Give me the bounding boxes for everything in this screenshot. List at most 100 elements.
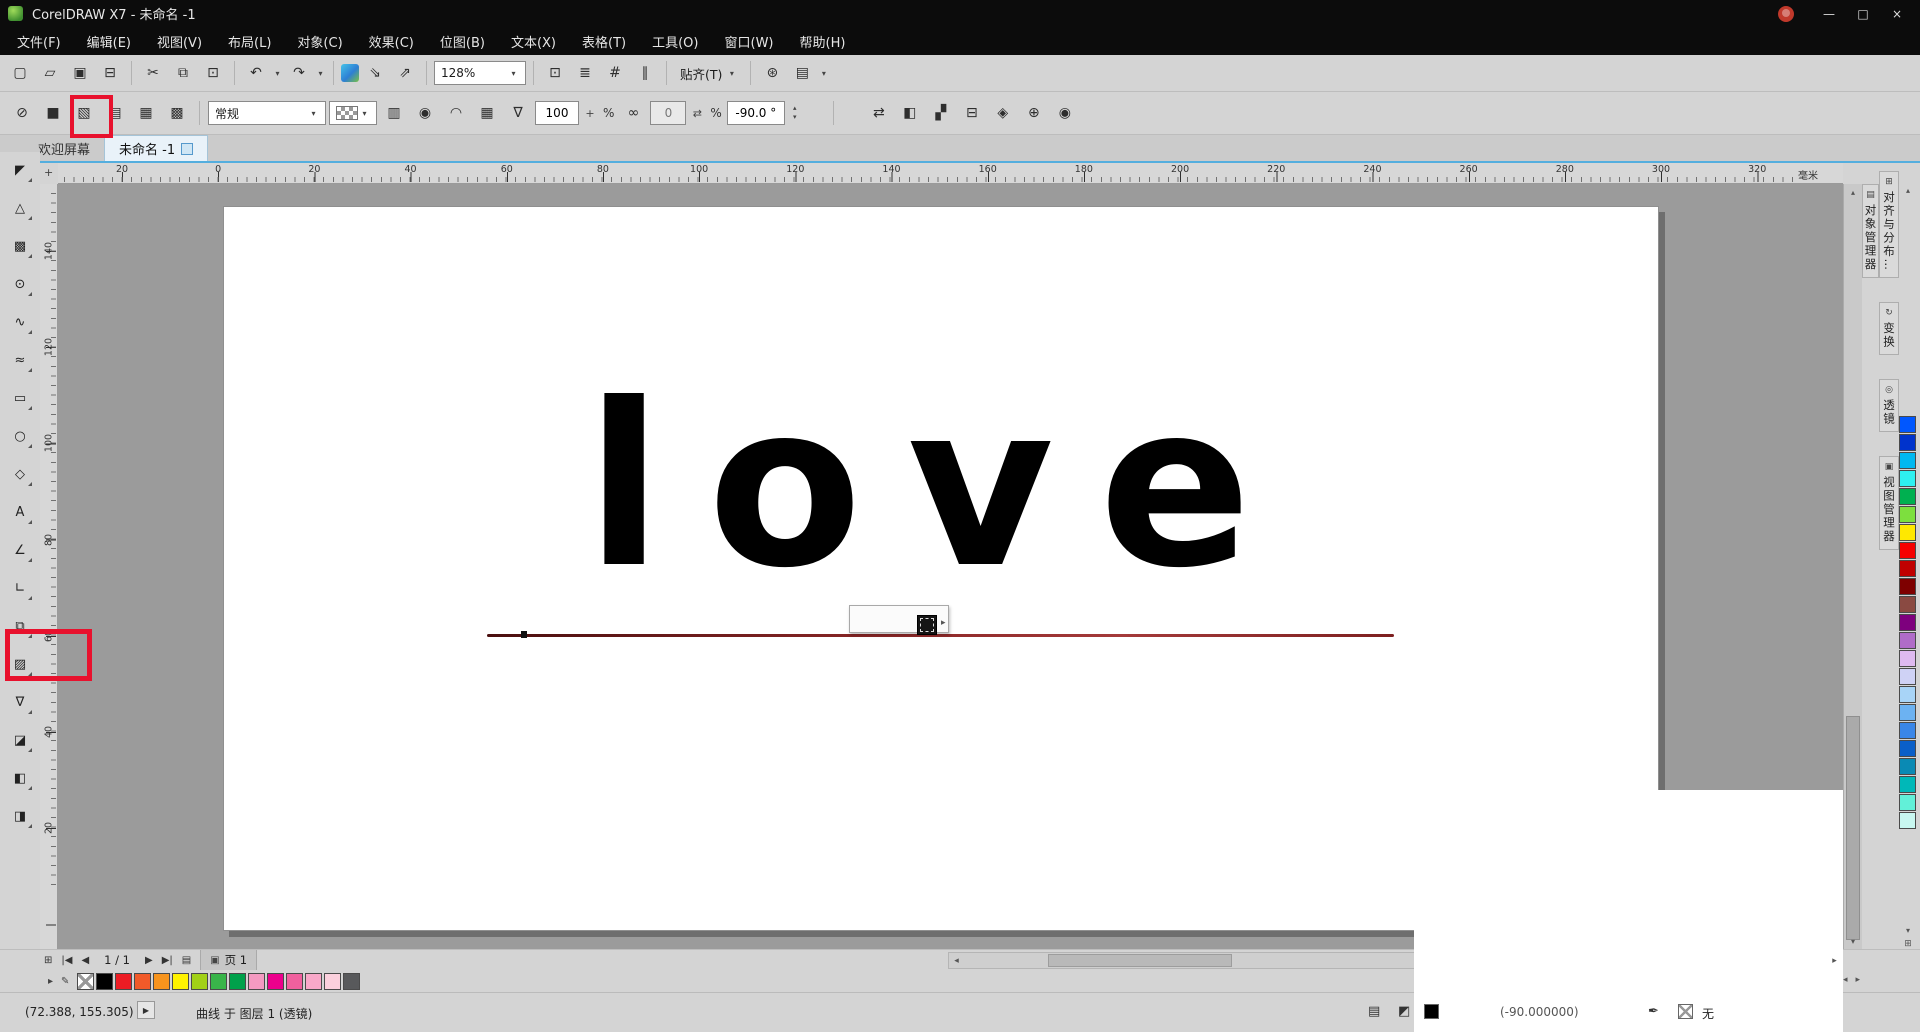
- redo-dropdown-caret[interactable]: ▾: [315, 69, 326, 78]
- color-proof-icon[interactable]: ◩: [1398, 1004, 1410, 1019]
- scroll-left-icon[interactable]: ◂: [949, 953, 964, 968]
- connector-tool[interactable]: ∟: [7, 575, 33, 601]
- menu-item[interactable]: 位图(B): [427, 27, 498, 55]
- close-button[interactable]: ×: [1882, 4, 1912, 24]
- ellipse-tool[interactable]: ○: [7, 423, 33, 449]
- color-swatch[interactable]: [210, 972, 228, 990]
- opacity-input[interactable]: [535, 101, 579, 125]
- color-swatch[interactable]: [1899, 776, 1916, 793]
- menu-item[interactable]: 效果(C): [356, 27, 427, 55]
- freehand-tool[interactable]: ∿: [7, 309, 33, 335]
- user-account-icon[interactable]: [1778, 5, 1794, 22]
- menu-item[interactable]: 表格(T): [569, 27, 639, 55]
- color-swatch[interactable]: [1899, 722, 1916, 739]
- color-swatch[interactable]: [1899, 704, 1916, 721]
- menu-item[interactable]: 对象(C): [284, 27, 355, 55]
- color-swatch[interactable]: [134, 972, 152, 990]
- freeze-transparency-icon[interactable]: ◧: [896, 99, 924, 127]
- color-swatch[interactable]: [1899, 812, 1916, 829]
- color-swatch[interactable]: [115, 972, 133, 990]
- bitmap-pattern-transparency-icon[interactable]: ▦: [132, 99, 160, 127]
- color-swatch[interactable]: [1899, 578, 1916, 595]
- color-swatch[interactable]: [1899, 452, 1916, 469]
- docker-tab-transform[interactable]: ↻ 变换: [1879, 302, 1899, 355]
- vertical-scroll-thumb[interactable]: [1846, 716, 1860, 940]
- show-guidelines-icon[interactable]: ∥: [631, 59, 659, 87]
- fill-color-swatch[interactable]: [1424, 1004, 1439, 1019]
- palette-flyout-icon[interactable]: ⊞: [1898, 939, 1918, 949]
- scroll-down-icon[interactable]: ▾: [1844, 933, 1862, 949]
- transparency-start-handle[interactable]: [521, 631, 527, 638]
- page-tab[interactable]: ▣ 页 1: [200, 950, 258, 970]
- record-icon[interactable]: ▶: [137, 1001, 155, 1019]
- color-swatch[interactable]: [1899, 632, 1916, 649]
- toolbar-overflow-caret[interactable]: ▾: [818, 69, 829, 78]
- menu-item[interactable]: 工具(O): [639, 27, 711, 55]
- color-swatch[interactable]: [1899, 416, 1916, 433]
- fullscreen-preview-icon[interactable]: ⊡: [541, 59, 569, 87]
- color-swatch[interactable]: [1899, 650, 1916, 667]
- color-swatch[interactable]: [286, 972, 304, 990]
- menu-item[interactable]: 文件(F): [4, 27, 74, 55]
- palette-scroll-left-icon[interactable]: ◂: [1843, 975, 1848, 985]
- rectangular-fountain-icon[interactable]: ▦: [473, 99, 501, 127]
- zoom-level-select[interactable]: 128% ▾: [434, 61, 526, 85]
- next-page-icon[interactable]: ▶: [145, 955, 153, 966]
- show-rulers-icon[interactable]: ≣: [571, 59, 599, 87]
- palette-flyout-arrow-icon[interactable]: ▸: [48, 976, 53, 987]
- conical-fountain-icon[interactable]: ◠: [442, 99, 470, 127]
- merge-mode-select[interactable]: 常规 ▾: [208, 101, 326, 125]
- outline-pen-icon[interactable]: ✒: [1648, 1004, 1659, 1019]
- docker-tab-align-distribute[interactable]: ⊞ 对齐与分布…: [1879, 171, 1899, 278]
- color-swatch[interactable]: [1899, 488, 1916, 505]
- vertical-ruler[interactable]: 140 120 100 80 60 40 20: [40, 184, 58, 949]
- color-swatch[interactable]: [267, 972, 285, 990]
- no-color-swatch[interactable]: [77, 972, 95, 990]
- color-swatch[interactable]: [324, 972, 342, 990]
- scroll-up-icon[interactable]: ▴: [1844, 184, 1862, 200]
- rectangle-tool[interactable]: ▭: [7, 385, 33, 411]
- undo-icon[interactable]: ↶: [242, 59, 270, 87]
- no-transparency-icon[interactable]: ⊘: [8, 99, 36, 127]
- edge-transparency-value[interactable]: 0: [650, 101, 687, 125]
- spinner-down-icon[interactable]: ▾: [788, 113, 802, 122]
- ruler-origin-icon[interactable]: +: [44, 166, 53, 179]
- snap-to-dropdown[interactable]: 贴齐(T) ▾: [674, 61, 743, 85]
- uniform-transparency-icon[interactable]: ■: [39, 99, 67, 127]
- fill-tool[interactable]: ◧: [7, 765, 33, 791]
- color-swatch[interactable]: [1899, 524, 1916, 541]
- linear-fountain-icon[interactable]: ▥: [380, 99, 408, 127]
- show-grid-icon[interactable]: #: [601, 59, 629, 87]
- new-document-icon[interactable]: ▢: [6, 59, 34, 87]
- docker-tab-object-manager[interactable]: ▤ 对象管理器: [1862, 184, 1879, 278]
- artistic-media-tool[interactable]: ≈: [7, 347, 33, 373]
- color-swatch[interactable]: [1899, 560, 1916, 577]
- color-swatch[interactable]: [96, 972, 114, 990]
- vertical-scrollbar[interactable]: ▴ ▾: [1843, 184, 1862, 949]
- texture-transparency-icon[interactable]: ▩: [163, 99, 191, 127]
- horizontal-ruler[interactable]: 20 0 20 40 60 80 100 120 140 160 180 200 220 240 260 28…: [58, 163, 1843, 184]
- docker-tab-lens[interactable]: ◎ 透镜: [1879, 379, 1899, 432]
- open-icon[interactable]: ▱: [36, 59, 64, 87]
- options-icon[interactable]: ⊛: [758, 59, 786, 87]
- color-swatch[interactable]: [1899, 596, 1916, 613]
- transparency-pattern-select[interactable]: ▾: [329, 101, 377, 125]
- menu-item[interactable]: 窗口(W): [712, 27, 787, 55]
- last-page-icon[interactable]: ▶|: [162, 955, 173, 966]
- color-swatch[interactable]: [1899, 434, 1916, 451]
- paste-icon[interactable]: ⊡: [199, 59, 227, 87]
- color-eyedropper-tool[interactable]: ∇: [7, 689, 33, 715]
- undo-dropdown-caret[interactable]: ▾: [272, 69, 283, 78]
- color-swatch[interactable]: [1899, 614, 1916, 631]
- menu-item[interactable]: 编辑(E): [74, 27, 144, 55]
- application-launcher-icon[interactable]: ▤: [788, 59, 816, 87]
- spinner-up-icon[interactable]: ▴: [788, 104, 802, 113]
- add-page-icon[interactable]: ⊞: [44, 955, 52, 966]
- page-list-icon[interactable]: ▤: [182, 955, 191, 966]
- previous-page-icon[interactable]: ◀: [81, 955, 89, 966]
- palette-scroll-down-icon[interactable]: ▾: [1898, 926, 1918, 935]
- color-swatch[interactable]: [229, 972, 247, 990]
- color-swatch[interactable]: [1899, 794, 1916, 811]
- search-content-icon[interactable]: [341, 64, 359, 82]
- color-swatch[interactable]: [153, 972, 171, 990]
